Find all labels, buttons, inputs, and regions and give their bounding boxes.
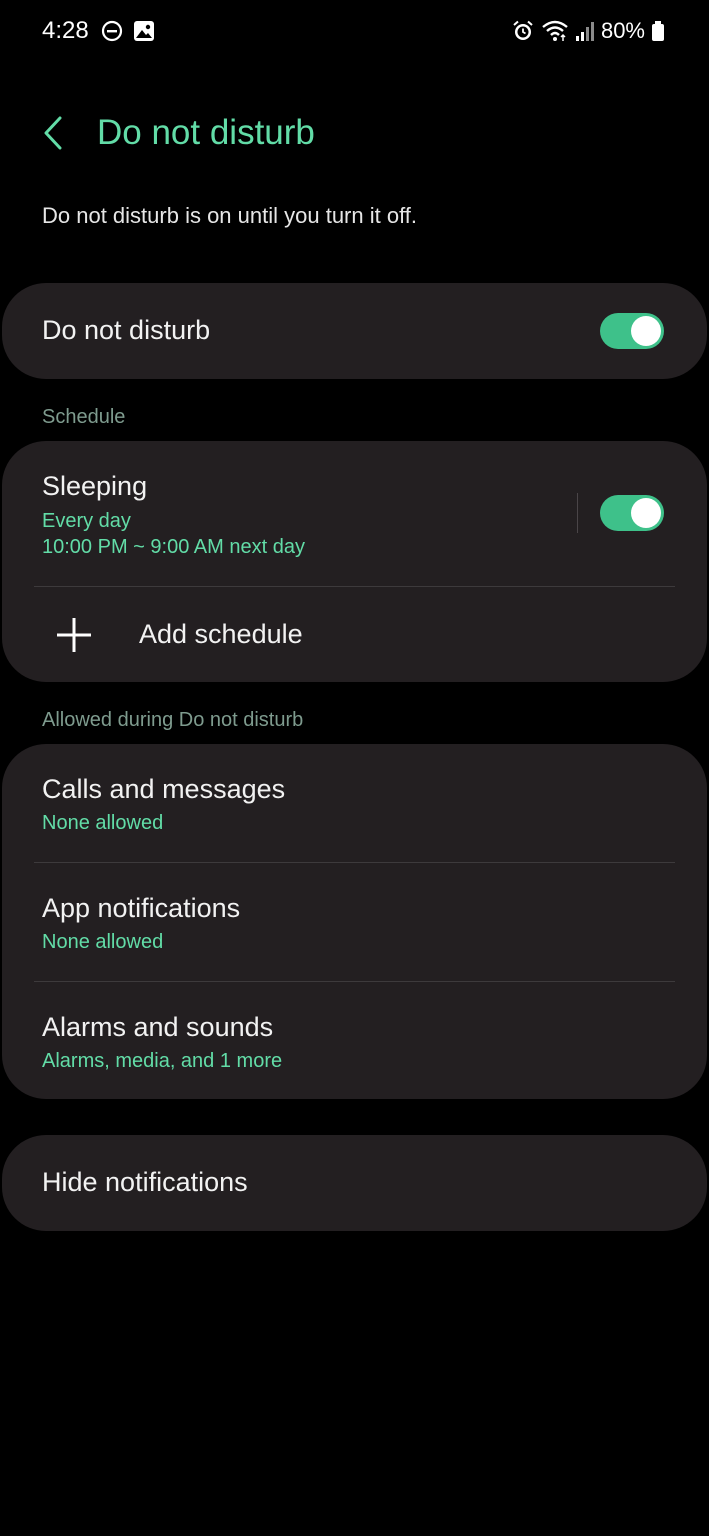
battery-percent: 80% xyxy=(600,18,645,43)
list-item-subtitle: None allowed xyxy=(42,931,164,953)
plus-icon xyxy=(54,615,94,655)
battery-icon xyxy=(651,20,665,42)
status-bar: 4:28 80% xyxy=(0,0,709,64)
status-description: Do not disturb is on until you turn it o… xyxy=(42,203,418,228)
allowed-card: Calls and messages None allowed App noti… xyxy=(2,744,707,1099)
signal-icon xyxy=(575,20,595,42)
list-item-title: Calls and messages xyxy=(42,774,286,804)
add-schedule-label: Add schedule xyxy=(139,619,303,649)
page-title: Do not disturb xyxy=(97,113,315,152)
gallery-icon xyxy=(133,20,155,42)
list-item-title: Alarms and sounds xyxy=(42,1012,274,1042)
divider xyxy=(34,586,675,587)
app-header: Do not disturb xyxy=(0,100,709,166)
list-item-subtitle: None allowed xyxy=(42,812,164,834)
divider xyxy=(34,981,675,982)
dnd-label: Do not disturb xyxy=(42,315,211,345)
dnd-toggle-row[interactable]: Do not disturb xyxy=(2,283,707,379)
vertical-divider xyxy=(577,493,578,533)
divider xyxy=(34,862,675,863)
status-time: 4:28 xyxy=(42,17,89,44)
list-item-title: App notifications xyxy=(42,893,241,923)
schedule-time: 10:00 PM ~ 9:00 AM next day xyxy=(42,536,305,558)
hide-notifications-label: Hide notifications xyxy=(42,1167,248,1197)
schedule-section-label: Schedule xyxy=(42,406,126,428)
schedule-switch[interactable] xyxy=(600,495,664,531)
allowed-section-label: Allowed during Do not disturb xyxy=(42,709,304,731)
dnd-icon xyxy=(101,20,123,42)
switch-knob xyxy=(631,316,661,346)
alarm-icon xyxy=(511,19,535,43)
status-right: 80% xyxy=(511,18,665,44)
switch-knob xyxy=(631,498,661,528)
hide-notifications-item[interactable]: Hide notifications xyxy=(2,1135,707,1231)
list-item-subtitle: Alarms, media, and 1 more xyxy=(42,1050,283,1072)
schedule-title: Sleeping xyxy=(42,471,148,501)
status-left-icons xyxy=(101,20,155,42)
wifi-icon xyxy=(541,19,569,43)
schedule-days: Every day xyxy=(42,510,131,532)
chevron-left-icon[interactable] xyxy=(30,110,76,156)
schedule-card: Sleeping Every day 10:00 PM ~ 9:00 AM ne… xyxy=(2,441,707,682)
dnd-switch[interactable] xyxy=(600,313,664,349)
